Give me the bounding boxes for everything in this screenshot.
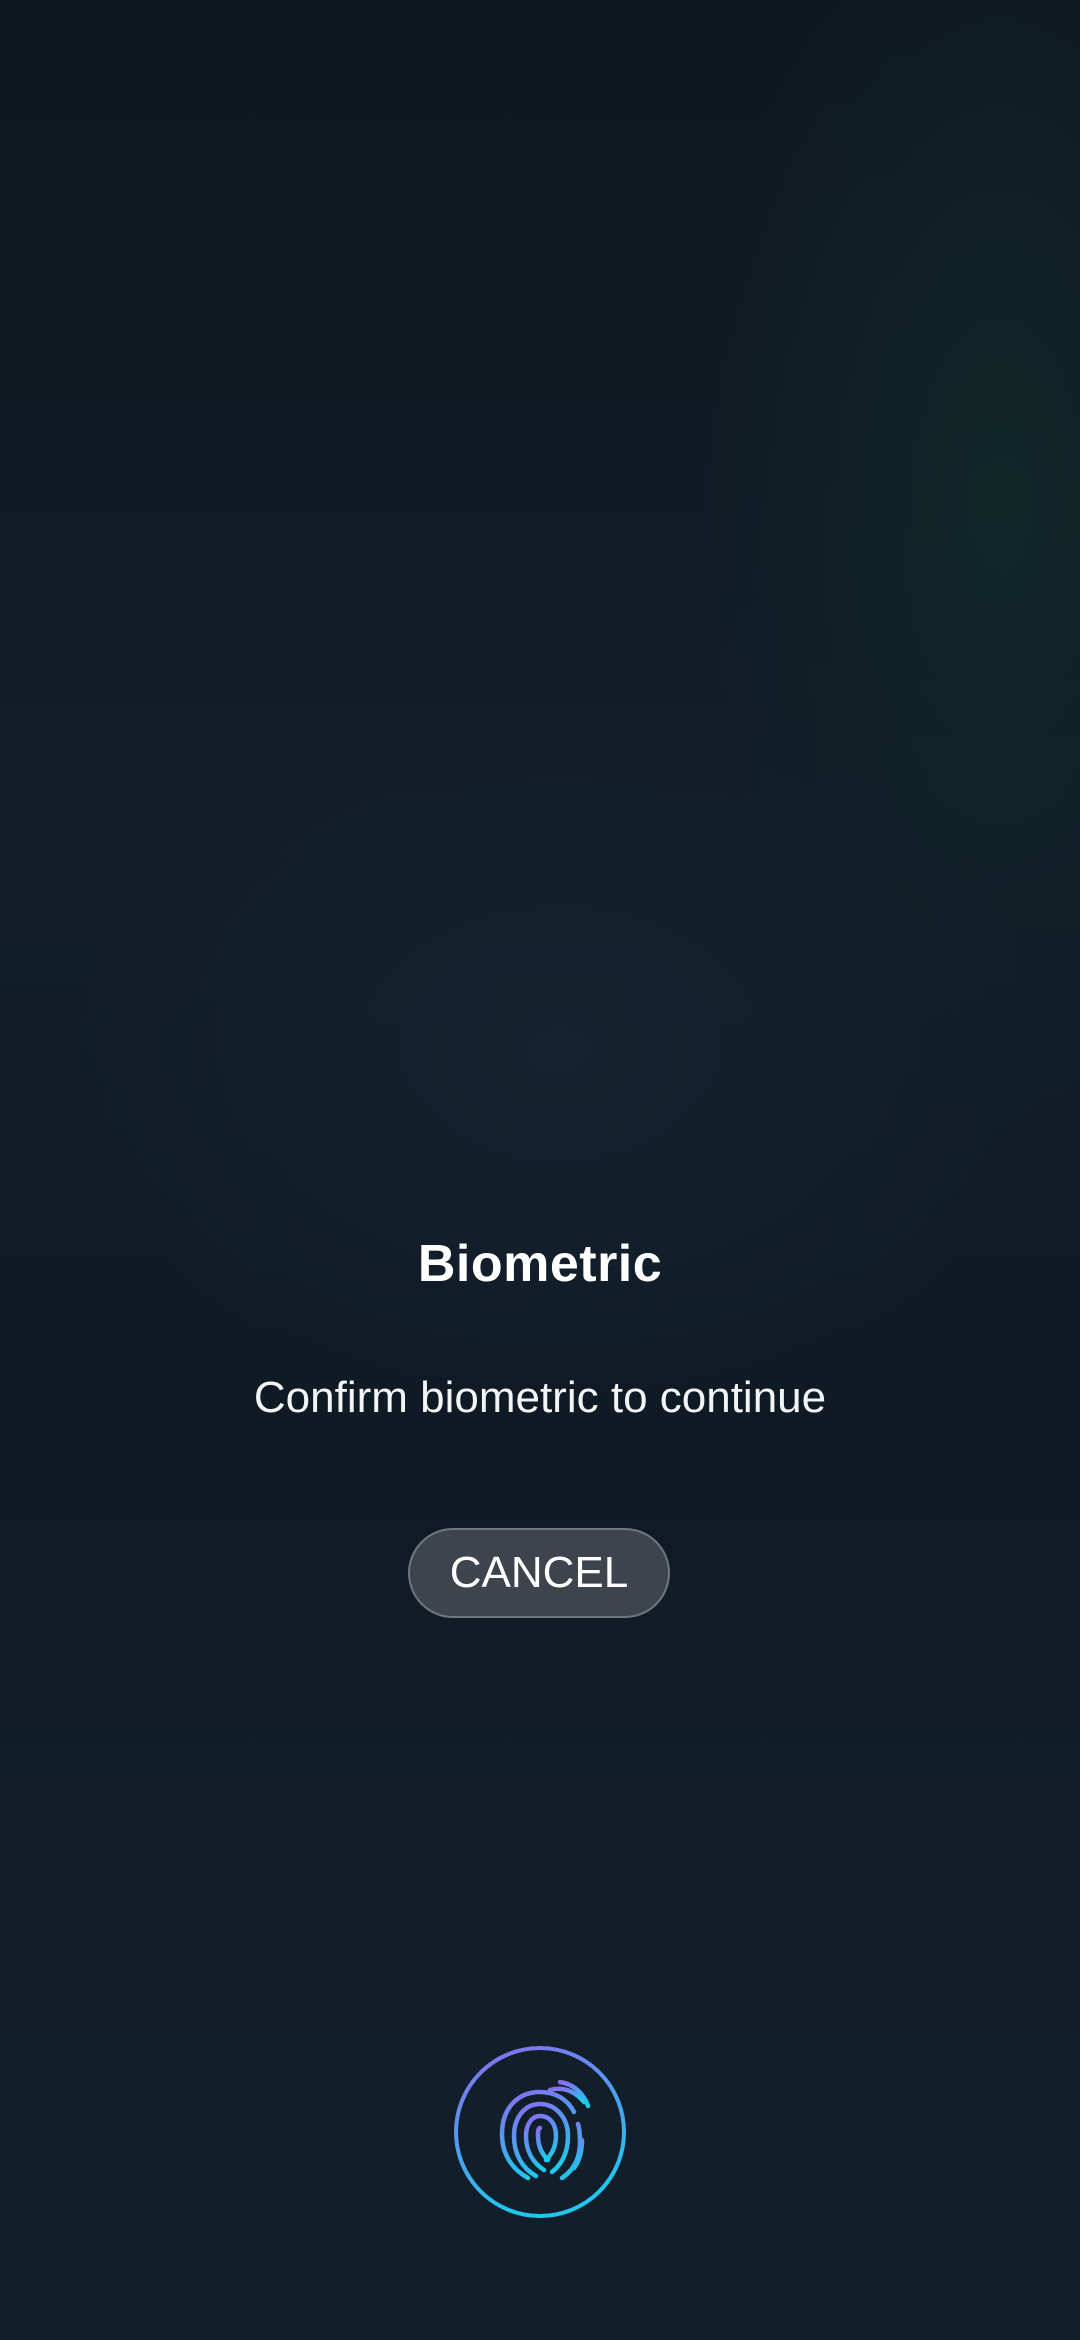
- biometric-prompt-screen: Biometric Confirm biometric to continue …: [0, 0, 1080, 2340]
- prompt-subtitle: Confirm biometric to continue: [253, 1373, 827, 1422]
- cancel-button[interactable]: CANCEL: [408, 1528, 670, 1618]
- fingerprint-icon: [454, 2046, 626, 2218]
- prompt-title: Biometric: [417, 1235, 663, 1293]
- fingerprint-sensor[interactable]: [452, 2044, 628, 2220]
